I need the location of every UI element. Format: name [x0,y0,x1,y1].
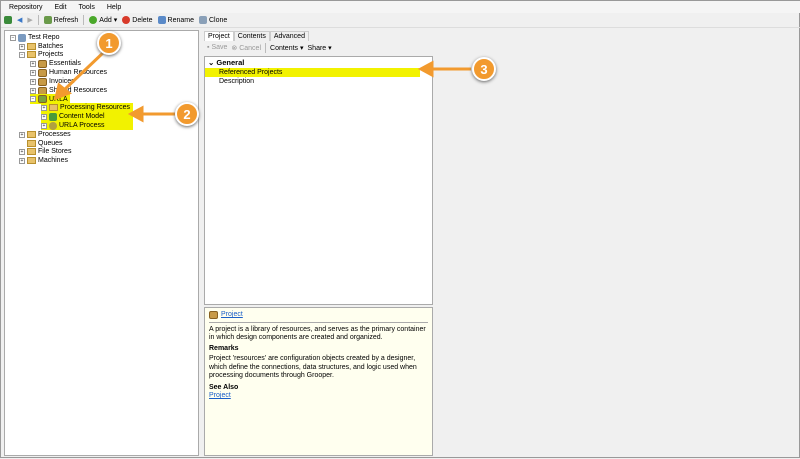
callout-2: 2 [175,102,199,126]
callout-3: 3 [472,57,496,81]
arrow-2-head [127,105,144,123]
arrow-3-head [417,60,434,78]
annotation-arrows [53,49,471,123]
callout-1: 1 [97,31,121,55]
arrow-1 [61,49,107,93]
